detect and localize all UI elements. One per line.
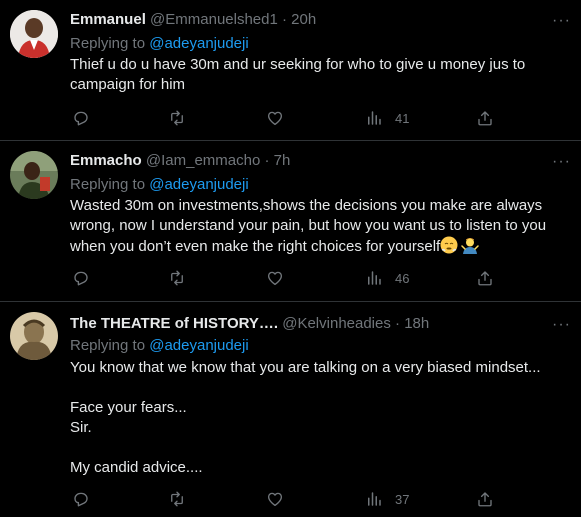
view-count: 41: [395, 110, 410, 126]
reply-button[interactable]: [72, 268, 90, 288]
tweet-paragraph: Face your fears... Sir.: [70, 399, 187, 436]
replying-label: Replying to: [70, 176, 146, 193]
replying-handle[interactable]: @adeyanjudeji: [149, 35, 248, 52]
tweet-3[interactable]: The THEATRE of HISTORY…. @Kelvinheadies …: [0, 302, 581, 517]
tweet-line-text: when you don’t even make the right choic…: [70, 238, 441, 255]
man-shrugging-icon: [461, 238, 479, 254]
tweet-line: Thief u do u have 30m and ur seeking for…: [70, 56, 526, 73]
heart-icon: [267, 271, 283, 286]
tweet-header: The THEATRE of HISTORY…. @Kelvinheadies …: [70, 315, 429, 333]
share-icon: [478, 271, 492, 286]
display-name[interactable]: The THEATRE of HISTORY….: [70, 315, 278, 332]
tweet-line: wrong, now I understand your pain, but h…: [70, 217, 547, 234]
timestamp[interactable]: 20h: [291, 11, 316, 28]
user-handle[interactable]: @Iam_emmacho: [146, 152, 260, 169]
retweet-button[interactable]: [168, 489, 186, 509]
tweet-paragraph: You know that we know that you are talki…: [70, 359, 541, 376]
replying-label: Replying to: [70, 35, 146, 52]
view-count: 37: [395, 491, 410, 507]
tweet-1[interactable]: Emmanuel @Emmanuelshed1 · 20h ··· Replyi…: [0, 0, 581, 140]
replying-label: Replying to: [70, 337, 146, 354]
replying-to: Replying to @adeyanjudeji: [70, 176, 249, 194]
more-options-icon[interactable]: ···: [552, 317, 571, 333]
views-button[interactable]: 37: [365, 489, 409, 509]
tweet-paragraph: My candid advice....: [70, 459, 203, 476]
views-button[interactable]: 46: [365, 268, 409, 288]
reply-icon: [74, 271, 88, 286]
timestamp[interactable]: 7h: [274, 152, 291, 169]
retweet-icon: [171, 491, 183, 507]
like-button[interactable]: [266, 489, 284, 509]
tweet-header: Emmacho @Iam_emmacho · 7h: [70, 152, 290, 170]
avatar[interactable]: [10, 10, 58, 58]
separator: ·: [395, 315, 401, 332]
tweet-text: Wasted 30m on investments,shows the deci…: [70, 196, 560, 257]
tweet-line: when you don’t even make the right choic…: [70, 236, 560, 257]
more-options-icon[interactable]: ···: [552, 154, 571, 170]
reply-icon: [74, 492, 88, 507]
avatar[interactable]: [10, 312, 58, 360]
views-icon: [368, 271, 381, 285]
views-icon: [368, 492, 381, 506]
reply-button[interactable]: [72, 489, 90, 509]
replying-handle[interactable]: @adeyanjudeji: [149, 337, 248, 354]
retweet-icon: [171, 270, 183, 286]
tweet-actions: 41: [70, 108, 520, 128]
like-button[interactable]: [266, 108, 284, 128]
tweet-text: You know that we know that you are talki…: [70, 358, 560, 478]
timestamp[interactable]: 18h: [404, 315, 429, 332]
view-count: 46: [395, 270, 410, 286]
separator: ·: [264, 152, 270, 169]
display-name[interactable]: Emmanuel: [70, 11, 146, 28]
heart-icon: [267, 111, 283, 126]
tweet-header: Emmanuel @Emmanuelshed1 · 20h: [70, 11, 316, 29]
replying-to: Replying to @adeyanjudeji: [70, 35, 249, 53]
tweet-text: Thief u do u have 30m and ur seeking for…: [70, 55, 560, 95]
share-icon: [478, 111, 492, 126]
display-name[interactable]: Emmacho: [70, 152, 142, 169]
face-with-steam-icon: [440, 236, 458, 254]
separator: ·: [282, 11, 287, 28]
tweet-actions: 37: [70, 489, 520, 509]
share-icon: [478, 492, 492, 507]
tweet-2[interactable]: Emmacho @Iam_emmacho · 7h ··· Replying t…: [0, 141, 581, 301]
like-button[interactable]: [266, 268, 284, 288]
reply-icon: [74, 111, 88, 126]
share-button[interactable]: [476, 108, 494, 128]
retweet-icon: [171, 110, 183, 126]
reply-button[interactable]: [72, 108, 90, 128]
heart-icon: [267, 492, 283, 507]
avatar[interactable]: [10, 151, 58, 199]
tweet-actions: 46: [70, 268, 520, 288]
tweet-line: Wasted 30m on investments,shows the deci…: [70, 197, 543, 214]
views-button[interactable]: 41: [365, 108, 409, 128]
more-options-icon[interactable]: ···: [552, 13, 571, 29]
views-icon: [368, 111, 381, 125]
retweet-button[interactable]: [168, 268, 186, 288]
tweet-line: campaign for him: [70, 76, 186, 93]
share-button[interactable]: [476, 489, 494, 509]
user-handle[interactable]: @Emmanuelshed1: [150, 11, 278, 28]
retweet-button[interactable]: [168, 108, 186, 128]
user-handle[interactable]: @Kelvinheadies: [282, 315, 391, 332]
replying-to: Replying to @adeyanjudeji: [70, 337, 249, 355]
share-button[interactable]: [476, 268, 494, 288]
replying-handle[interactable]: @adeyanjudeji: [149, 176, 248, 193]
